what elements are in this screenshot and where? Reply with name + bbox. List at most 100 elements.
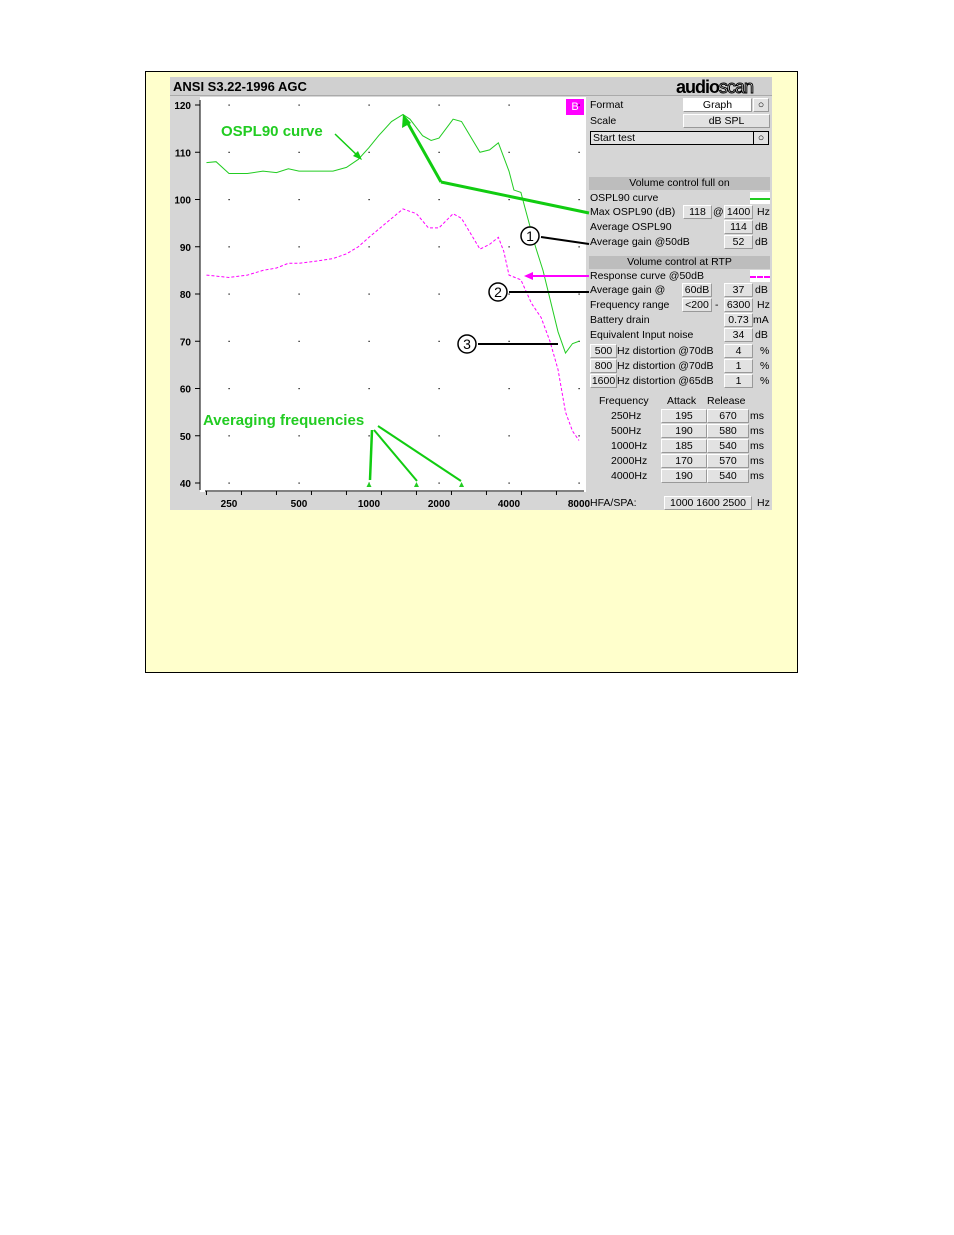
averaging-frequency-marker — [366, 482, 372, 487]
unit: mA — [753, 314, 769, 326]
ospl90-legend — [750, 192, 770, 204]
grid-dot — [298, 482, 300, 484]
grid-dot — [578, 293, 580, 295]
unit: ms — [750, 455, 764, 467]
y-tick-label: 80 — [180, 290, 192, 301]
grid-dot — [368, 293, 370, 295]
timing-frequency: 250Hz — [611, 410, 642, 422]
hfa-value: 1000 1600 2500 — [664, 496, 752, 510]
response-curve-label: Response curve @50dB — [590, 270, 704, 282]
grid-dot — [298, 388, 300, 390]
callout-number: 2 — [494, 284, 502, 300]
grid-dot — [298, 151, 300, 153]
grid-dot — [368, 151, 370, 153]
attack-value: 190 — [661, 424, 707, 438]
x-tick-label: 500 — [291, 499, 308, 510]
grid-dot — [228, 340, 230, 342]
grid-dot — [438, 388, 440, 390]
grid-dot — [508, 293, 510, 295]
timing-frequency: 500Hz — [611, 425, 642, 437]
x-tick-label: 250 — [221, 499, 238, 510]
full-on-header: Volume control full on — [589, 177, 770, 190]
grid-dot — [298, 246, 300, 248]
timing-frequency: 4000Hz — [611, 470, 648, 482]
grid-dot — [298, 293, 300, 295]
unit: ms — [750, 440, 764, 452]
grid-dot — [228, 293, 230, 295]
grid-dot — [578, 246, 580, 248]
battery-label: Battery drain — [590, 314, 650, 326]
format-select[interactable]: Graph — [683, 98, 752, 112]
x-tick-label: 2000 — [428, 499, 451, 510]
range-dash: - — [715, 299, 719, 311]
battery-value: 0.73 — [724, 313, 753, 327]
grid-dot — [228, 151, 230, 153]
rtp-gain-level[interactable]: 60dB — [682, 283, 712, 297]
averaging-frequency-marker — [413, 482, 419, 487]
grid-dot — [368, 199, 370, 201]
rtp-gain-value: 37 — [724, 283, 753, 297]
callout-1-line — [540, 236, 590, 245]
grid-dot — [578, 388, 580, 390]
start-test-button[interactable]: Start test — [590, 131, 754, 145]
distortion-label: Hz distortion @70dB — [617, 360, 714, 372]
max-ospl90-pointer — [404, 119, 443, 183]
distortion-freq[interactable]: 800 — [590, 359, 617, 373]
max-ospl90-freq: 1400 — [724, 205, 753, 219]
grid-dot — [368, 340, 370, 342]
grid-dot — [298, 104, 300, 106]
avg-ospl90-label: Average OSPL90 — [590, 221, 672, 233]
averaging-annotation: Averaging frequencies — [203, 412, 365, 429]
rtp-gain-label: Average gain @ — [590, 284, 666, 296]
avg-ospl90-value: 114 — [724, 220, 753, 234]
attack-value: 195 — [661, 409, 707, 423]
timing-header-release: Release — [707, 395, 746, 407]
grid-dot — [228, 388, 230, 390]
avg-freq-pointer — [368, 429, 374, 481]
grid-dot — [228, 435, 230, 437]
ospl90-annotation: OSPL90 curve — [221, 123, 323, 140]
grid-dot — [508, 482, 510, 484]
response-curve — [206, 208, 580, 441]
callout-number: 1 — [526, 228, 534, 244]
release-value: 570 — [707, 454, 749, 468]
distortion-freq[interactable]: 500 — [590, 344, 617, 358]
grid-dot — [578, 482, 580, 484]
y-tick-label: 60 — [180, 385, 192, 396]
grid-dot — [228, 104, 230, 106]
attack-value: 170 — [661, 454, 707, 468]
start-knob-icon[interactable]: ○ — [753, 131, 769, 145]
timing-frequency: 2000Hz — [611, 455, 648, 467]
grid-dot — [298, 199, 300, 201]
y-tick-label: 120 — [174, 101, 191, 112]
rtp-header: Volume control at RTP — [589, 256, 770, 269]
avg-gain-value: 52 — [724, 235, 753, 249]
max-ospl90-value: 118 — [683, 205, 712, 219]
grid-dot — [438, 340, 440, 342]
scale-value[interactable]: dB SPL — [683, 114, 770, 128]
unit: dB — [755, 236, 768, 248]
max-ospl90-pointer — [440, 180, 590, 215]
attack-value: 190 — [661, 469, 707, 483]
distortion-label: Hz distortion @70dB — [617, 345, 714, 357]
release-value: 670 — [707, 409, 749, 423]
hfa-unit: Hz — [757, 497, 770, 509]
at-symbol: @ — [713, 206, 724, 218]
grid-dot — [438, 104, 440, 106]
scale-label: Scale — [590, 115, 617, 127]
y-tick-label: 70 — [180, 337, 192, 348]
distortion-freq[interactable]: 1600 — [590, 374, 617, 388]
format-knob-icon[interactable]: ○ — [753, 98, 769, 112]
freq-range-low: <200 — [682, 298, 712, 312]
grid-dot — [438, 246, 440, 248]
distortion-value: 1 — [724, 359, 753, 373]
release-value: 580 — [707, 424, 749, 438]
y-tick-label: 40 — [180, 479, 192, 490]
y-tick-label: 50 — [180, 432, 192, 443]
ospl90-curve-label: OSPL90 curve — [590, 192, 659, 204]
timing-header-attack: Attack — [667, 395, 697, 407]
x-tick-label: 4000 — [498, 499, 521, 510]
grid-dot — [578, 151, 580, 153]
noise-label: Equivalent Input noise — [590, 329, 694, 341]
freq-range-label: Frequency range — [590, 299, 670, 311]
